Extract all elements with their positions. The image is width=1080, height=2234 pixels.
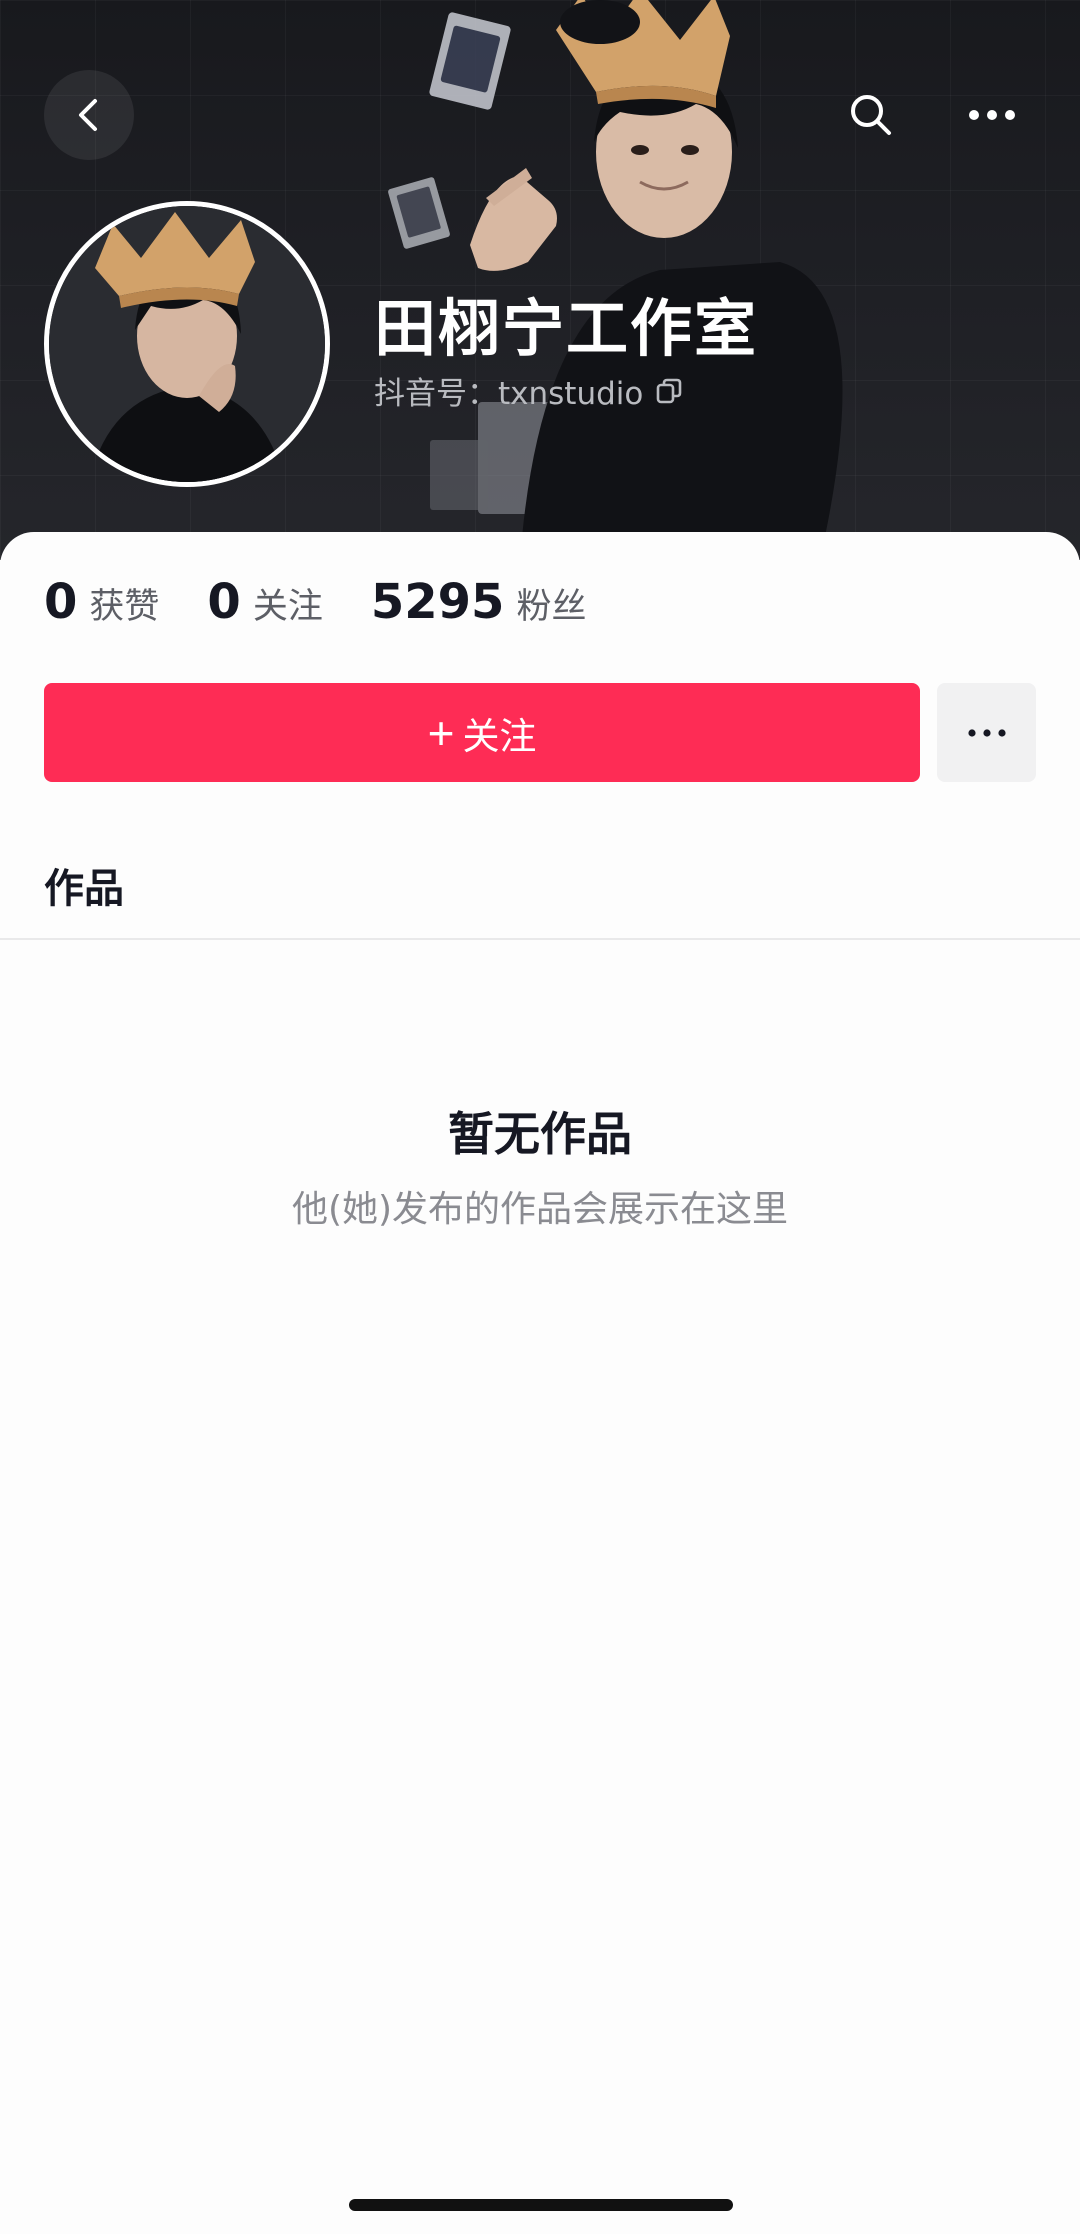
stat-likes-label: 获赞 <box>89 587 160 627</box>
profile-banner: 田栩宁工作室 抖音号：txnstudio <box>0 0 1080 560</box>
search-icon <box>851 95 891 135</box>
more-horizontal-icon <box>967 728 1006 737</box>
back-button[interactable] <box>44 70 134 160</box>
tab-works[interactable]: 作品 <box>44 856 124 914</box>
copy-icon <box>657 378 682 403</box>
profile-content-sheet: 0 获赞 0 关注 5295 粉丝 + 关注 作品 暂无作品 他(她)发布的作品… <box>0 532 1080 2234</box>
profile-more-button[interactable] <box>937 683 1036 782</box>
avatar-photo <box>49 206 325 482</box>
copy-id-button[interactable] <box>655 377 683 405</box>
profile-id-prefix: 抖音号： <box>374 376 498 412</box>
stat-following-number: 0 <box>207 574 241 630</box>
tab-divider <box>0 938 1080 940</box>
follow-button-label: 关注 <box>462 715 537 757</box>
empty-state-title: 暂无作品 <box>448 1107 632 1161</box>
stat-followers[interactable]: 5295 粉丝 <box>371 574 587 630</box>
stat-following-label: 关注 <box>252 587 323 627</box>
chevron-left-icon <box>79 99 97 131</box>
stat-likes[interactable]: 0 获赞 <box>44 574 159 630</box>
stat-likes-number: 0 <box>44 574 78 630</box>
stat-followers-label: 粉丝 <box>516 587 587 627</box>
empty-state-description: 他(她)发布的作品会展示在这里 <box>291 1189 789 1230</box>
plus-icon: + <box>427 706 455 759</box>
profile-id-row: 抖音号：txnstudio <box>374 368 683 413</box>
avatar[interactable] <box>44 201 330 487</box>
stats-row: 0 获赞 0 关注 5295 粉丝 <box>44 574 634 630</box>
stat-followers-number: 5295 <box>370 574 505 630</box>
home-indicator[interactable] <box>349 2199 733 2211</box>
more-options-button[interactable] <box>947 70 1037 160</box>
follow-button[interactable]: + 关注 <box>44 683 920 782</box>
profile-name: 田栩宁工作室 <box>374 292 759 365</box>
stat-following[interactable]: 0 关注 <box>207 574 322 630</box>
search-button[interactable] <box>826 70 916 160</box>
profile-id-label: 抖音号：txnstudio <box>374 368 643 413</box>
more-horizontal-icon <box>969 110 1015 120</box>
profile-id-value: txnstudio <box>498 376 644 412</box>
